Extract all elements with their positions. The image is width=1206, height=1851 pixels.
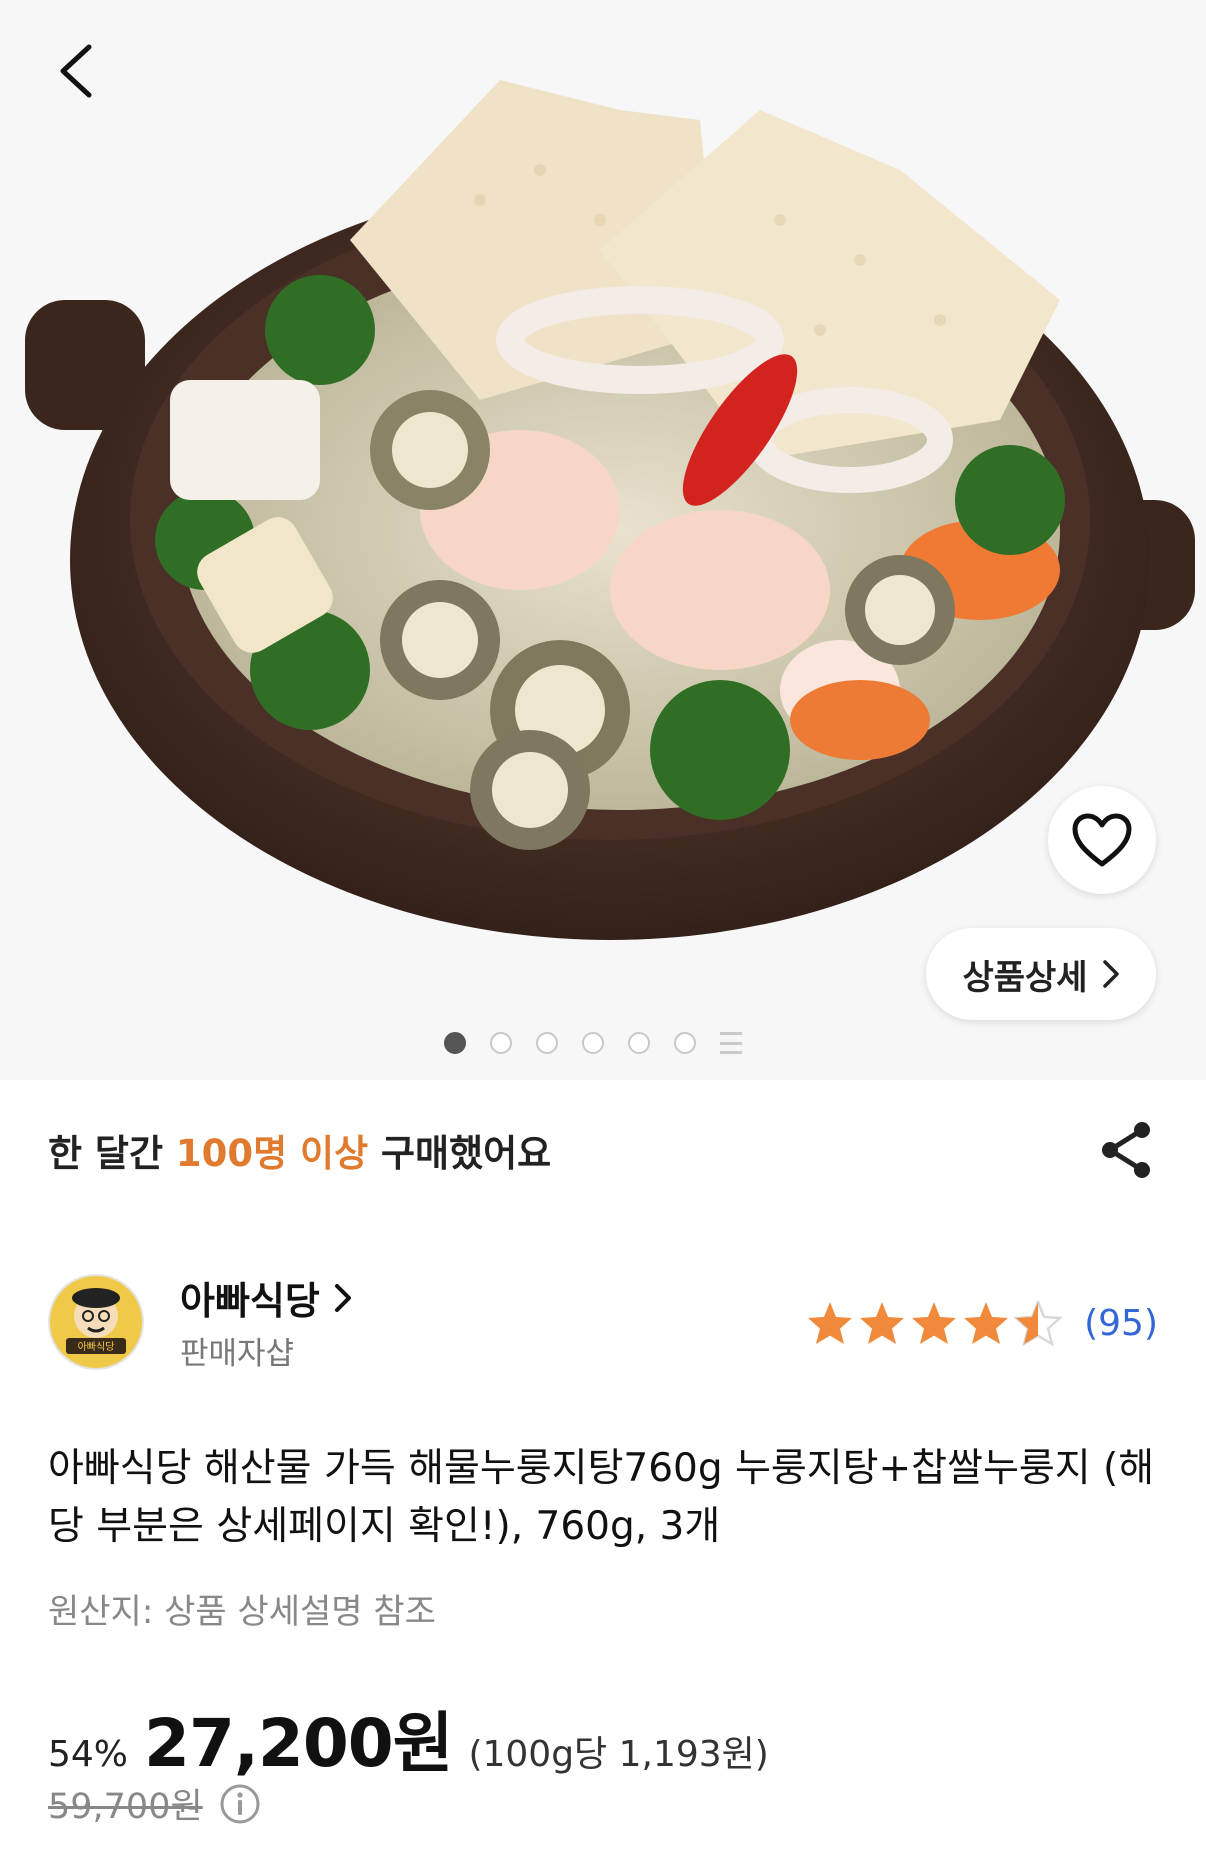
original-price: 59,700원 bbox=[48, 1787, 203, 1827]
purchase-prefix: 한 달간 bbox=[48, 1132, 176, 1175]
origin-info: 원산지: 상품 상세설명 참조 bbox=[48, 1592, 436, 1632]
purchase-count-row: 한 달간 100명 이상 구매했어요 bbox=[48, 1120, 1158, 1180]
unit-price: (100g당 1,193원) bbox=[468, 1734, 769, 1775]
discount-rate: 54% bbox=[48, 1734, 129, 1775]
seller-name: 아빠식당 bbox=[180, 1279, 320, 1323]
seller-logo-image: 아빠식당 bbox=[66, 1288, 126, 1354]
star-full-icon bbox=[860, 1302, 905, 1344]
carousel-dot[interactable] bbox=[674, 1032, 696, 1054]
star-rating bbox=[806, 1300, 1063, 1346]
star-half-icon bbox=[1014, 1300, 1063, 1346]
seller-row: 아빠식당 아빠식당 판매자샵 (95) bbox=[48, 1270, 1158, 1380]
purchase-count-text: 한 달간 100명 이상 구매했어요 bbox=[48, 1123, 551, 1177]
product-image-carousel[interactable]: 상품상세 bbox=[0, 0, 1206, 1080]
chevron-right-icon bbox=[334, 1283, 351, 1312]
carousel-dot[interactable] bbox=[444, 1032, 466, 1054]
purchase-suffix: 구매했어요 bbox=[368, 1132, 552, 1175]
product-detail-label: 상품상세 bbox=[962, 957, 1088, 998]
wishlist-button[interactable] bbox=[1048, 786, 1156, 894]
chevron-left-icon bbox=[60, 44, 92, 98]
star-full-icon bbox=[964, 1302, 1009, 1344]
heart-outline-icon bbox=[1072, 813, 1132, 867]
back-button[interactable] bbox=[40, 36, 110, 106]
share-button[interactable] bbox=[1094, 1118, 1158, 1182]
carousel-dot[interactable] bbox=[628, 1032, 650, 1054]
review-count[interactable]: (95) bbox=[1084, 1303, 1158, 1344]
share-icon bbox=[1102, 1122, 1150, 1178]
carousel-indicator bbox=[444, 1032, 742, 1054]
seller-logo-text: 아빠식당 bbox=[78, 1341, 115, 1353]
seller-logo[interactable]: 아빠식당 bbox=[48, 1274, 144, 1370]
price-row: 54% 27,200원 (100g당 1,193원) bbox=[48, 1690, 769, 1786]
product-detail-button[interactable]: 상품상세 bbox=[926, 928, 1156, 1020]
info-icon[interactable] bbox=[219, 1783, 261, 1825]
rating[interactable]: (95) bbox=[806, 1300, 1158, 1346]
star-full-icon bbox=[808, 1302, 853, 1344]
chevron-right-icon bbox=[1102, 960, 1119, 988]
original-price-row: 59,700원 bbox=[48, 1778, 261, 1829]
carousel-dot[interactable] bbox=[490, 1032, 512, 1054]
seller-name-link[interactable]: 아빠식당 bbox=[180, 1270, 352, 1325]
purchase-highlight: 100명 이상 bbox=[175, 1132, 369, 1175]
carousel-dot[interactable] bbox=[582, 1032, 604, 1054]
product-title: 아빠식당 해산물 가득 해물누룽지탕760g 누룽지탕+찹쌀누룽지 (해당 부분… bbox=[48, 1446, 1155, 1549]
star-full-icon bbox=[912, 1302, 957, 1344]
carousel-dot[interactable] bbox=[536, 1032, 558, 1054]
sale-price: 27,200원 bbox=[144, 1705, 453, 1782]
product-photo bbox=[25, 80, 1195, 940]
seller-shop-label: 판매자샵 bbox=[180, 1336, 295, 1372]
more-slides-icon[interactable] bbox=[720, 1032, 742, 1054]
